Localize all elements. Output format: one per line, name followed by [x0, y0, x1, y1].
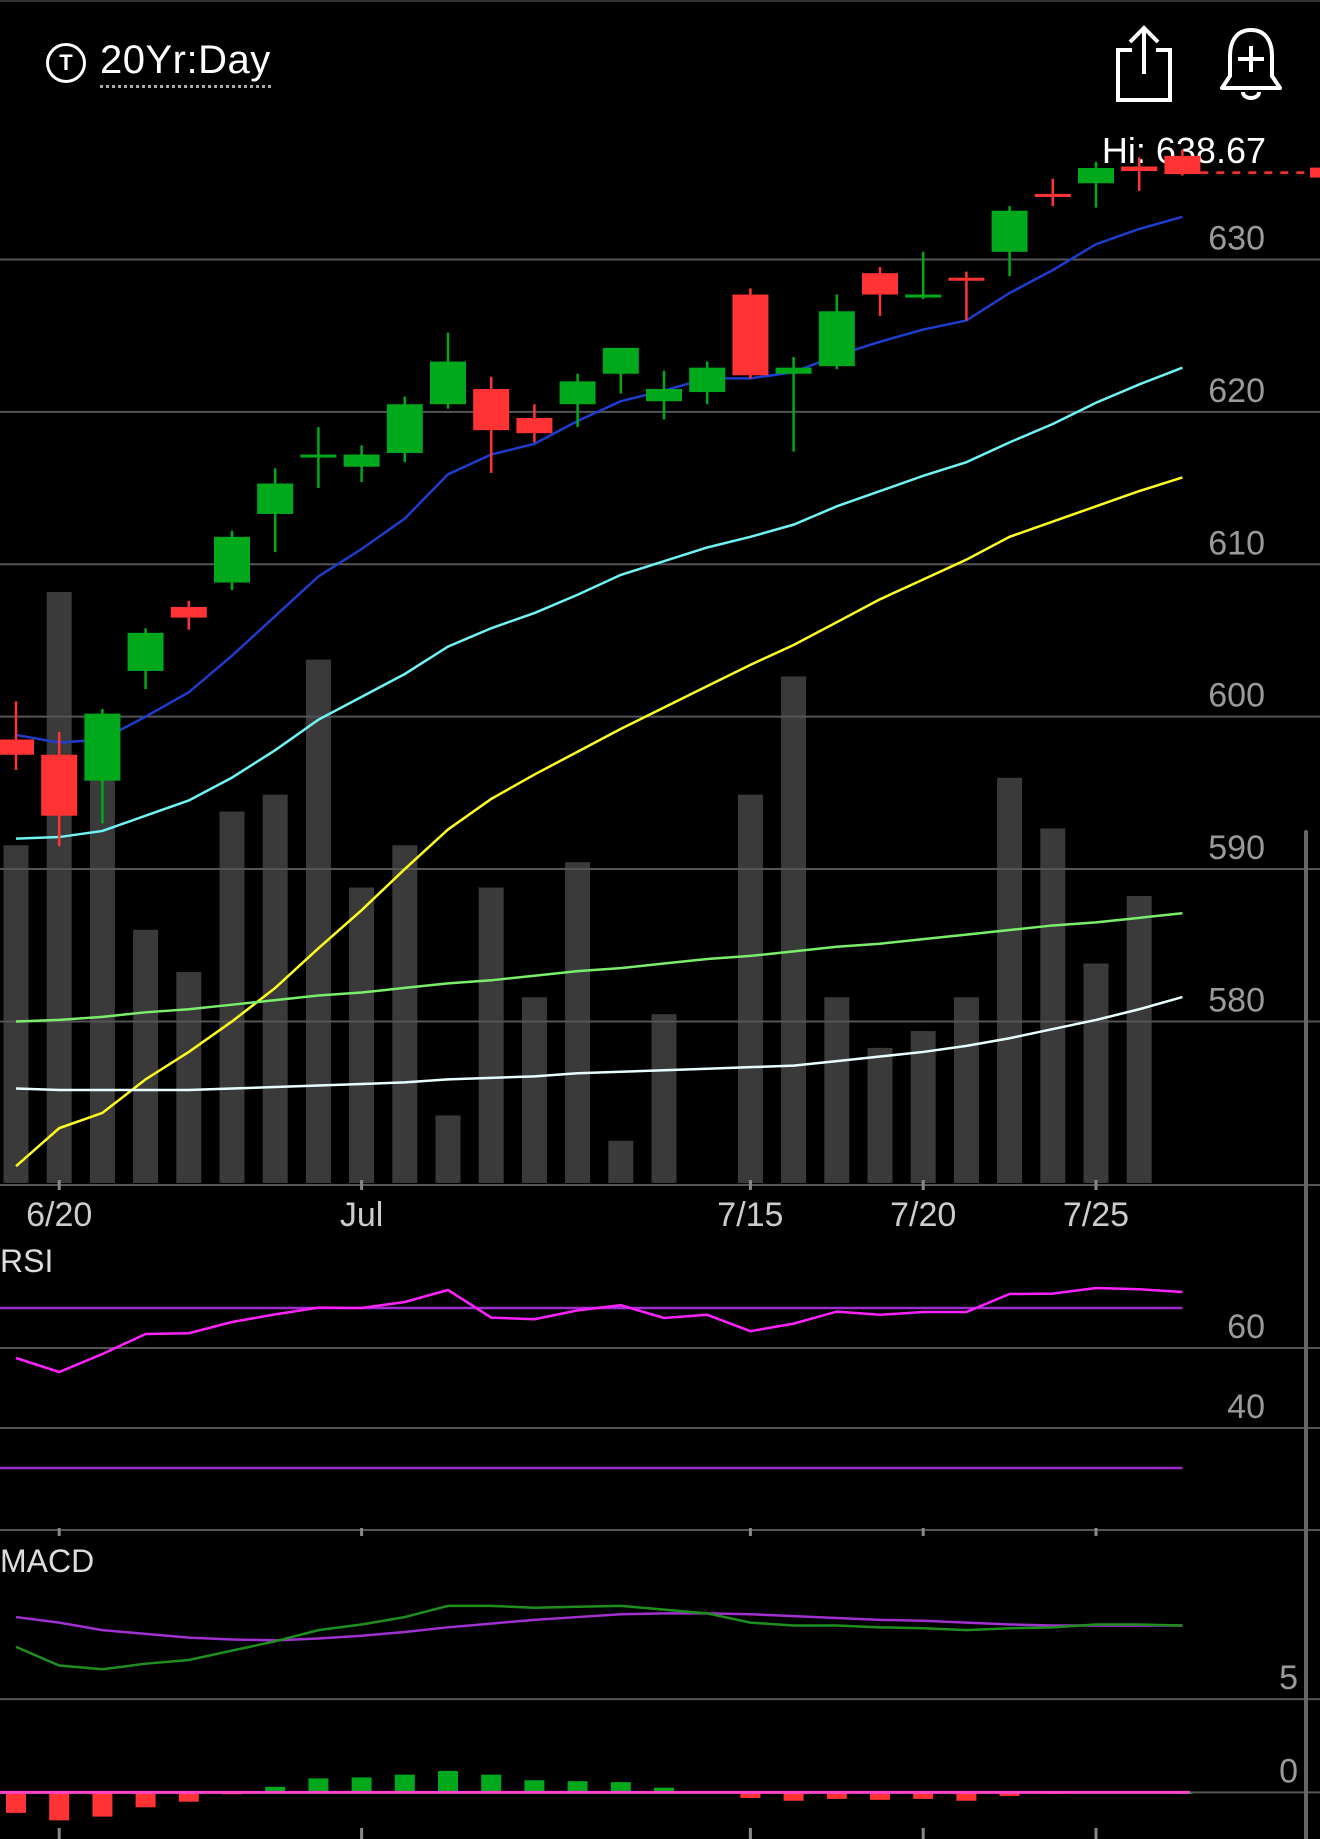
macd-histogram-bar	[610, 1782, 631, 1793]
candle-down	[732, 294, 769, 376]
candle-up	[127, 632, 164, 671]
volume-bar	[176, 971, 202, 1183]
price-axis-label: 630	[1208, 219, 1265, 257]
volume-bar	[219, 811, 245, 1183]
price-axis-label: 590	[1208, 829, 1265, 867]
macd-histogram-bar	[49, 1792, 70, 1821]
candle-up	[602, 347, 639, 374]
candle-up	[905, 294, 942, 298]
candle-up	[991, 210, 1028, 252]
price-axis-label: 620	[1208, 372, 1265, 410]
volume-bar	[781, 676, 807, 1183]
candle-up	[343, 454, 380, 467]
volume-bar	[608, 1140, 634, 1183]
candle-down	[0, 739, 34, 755]
volume-bar	[1083, 963, 1109, 1183]
candle-up	[818, 311, 855, 367]
volume-bar	[565, 862, 591, 1183]
candle-up	[430, 361, 466, 405]
last-price-marker	[1310, 167, 1320, 178]
candle-up	[300, 454, 337, 458]
volume-bar	[521, 997, 547, 1183]
candle-up	[689, 367, 726, 393]
rsi-title: RSI	[0, 1243, 53, 1279]
macd-title: MACD	[0, 1543, 94, 1579]
volume-bar	[1040, 828, 1066, 1183]
volume-bar	[133, 929, 159, 1183]
volume-bar	[1126, 895, 1152, 1183]
macd-histogram-bar	[6, 1792, 26, 1813]
volume-bar	[824, 997, 850, 1183]
volume-bar	[46, 592, 72, 1183]
candle-up	[386, 404, 423, 454]
candle-down	[473, 388, 510, 431]
candle-up	[775, 367, 812, 374]
candle-down	[1121, 166, 1158, 172]
rsi-line	[15, 1286, 1183, 1374]
candle-down	[41, 754, 78, 816]
moving-average-2	[15, 366, 1183, 840]
candle-down	[1034, 193, 1071, 197]
macd-histogram-bar	[135, 1792, 156, 1808]
volume-bar	[349, 887, 375, 1183]
macd-histogram-bar	[394, 1774, 415, 1793]
candle-down	[516, 417, 553, 434]
stock-chart[interactable]: 5805906006106206306/20 Jul 7/15 7/20 7/25RSI…	[0, 0, 1320, 1839]
candle-down	[862, 273, 898, 295]
price-axis-label: 610	[1208, 524, 1265, 562]
date-label: 7/15	[717, 1196, 783, 1234]
candle-down	[948, 277, 985, 281]
macd-histogram-bar	[351, 1777, 372, 1793]
macd-histogram-bar	[567, 1781, 588, 1793]
macd-histogram-bar	[481, 1774, 502, 1793]
macd-axis-label: 0	[1279, 1752, 1298, 1790]
candle-up	[257, 483, 294, 514]
date-label: Jul	[340, 1196, 383, 1234]
volume-bar	[737, 794, 763, 1183]
macd-axis-label: 5	[1279, 1659, 1298, 1697]
candle-up	[559, 381, 596, 405]
candle-up	[646, 388, 682, 402]
rsi-axis-label: 60	[1227, 1308, 1265, 1346]
volume-bar	[997, 777, 1023, 1183]
date-label: 6/20	[26, 1196, 92, 1234]
volume-bar	[435, 1115, 461, 1183]
candle-up	[84, 713, 121, 781]
macd-histogram-bar	[524, 1780, 545, 1793]
moving-average-1	[15, 215, 1183, 744]
volume-bar	[305, 659, 331, 1183]
price-axis-label: 580	[1208, 981, 1265, 1019]
volume-bar	[867, 1047, 893, 1183]
volume-bar	[3, 845, 29, 1183]
date-label: 7/25	[1063, 1196, 1129, 1234]
macd-signal-line	[15, 1612, 1183, 1642]
rsi-axis-label: 40	[1227, 1388, 1265, 1426]
candle-up	[214, 536, 250, 583]
candle-down	[170, 606, 207, 618]
volume-bar	[651, 1014, 677, 1183]
price-axis-label: 600	[1208, 677, 1265, 715]
candle-down	[1164, 155, 1201, 175]
macd-histogram-bar	[92, 1792, 113, 1817]
volume-bar	[953, 997, 979, 1183]
macd-histogram-bar	[308, 1778, 329, 1793]
date-label: 7/20	[890, 1196, 956, 1234]
volume-bar	[392, 845, 418, 1183]
volume-bar	[478, 887, 504, 1183]
candle-up	[1078, 168, 1114, 184]
macd-histogram-bar	[438, 1770, 458, 1793]
